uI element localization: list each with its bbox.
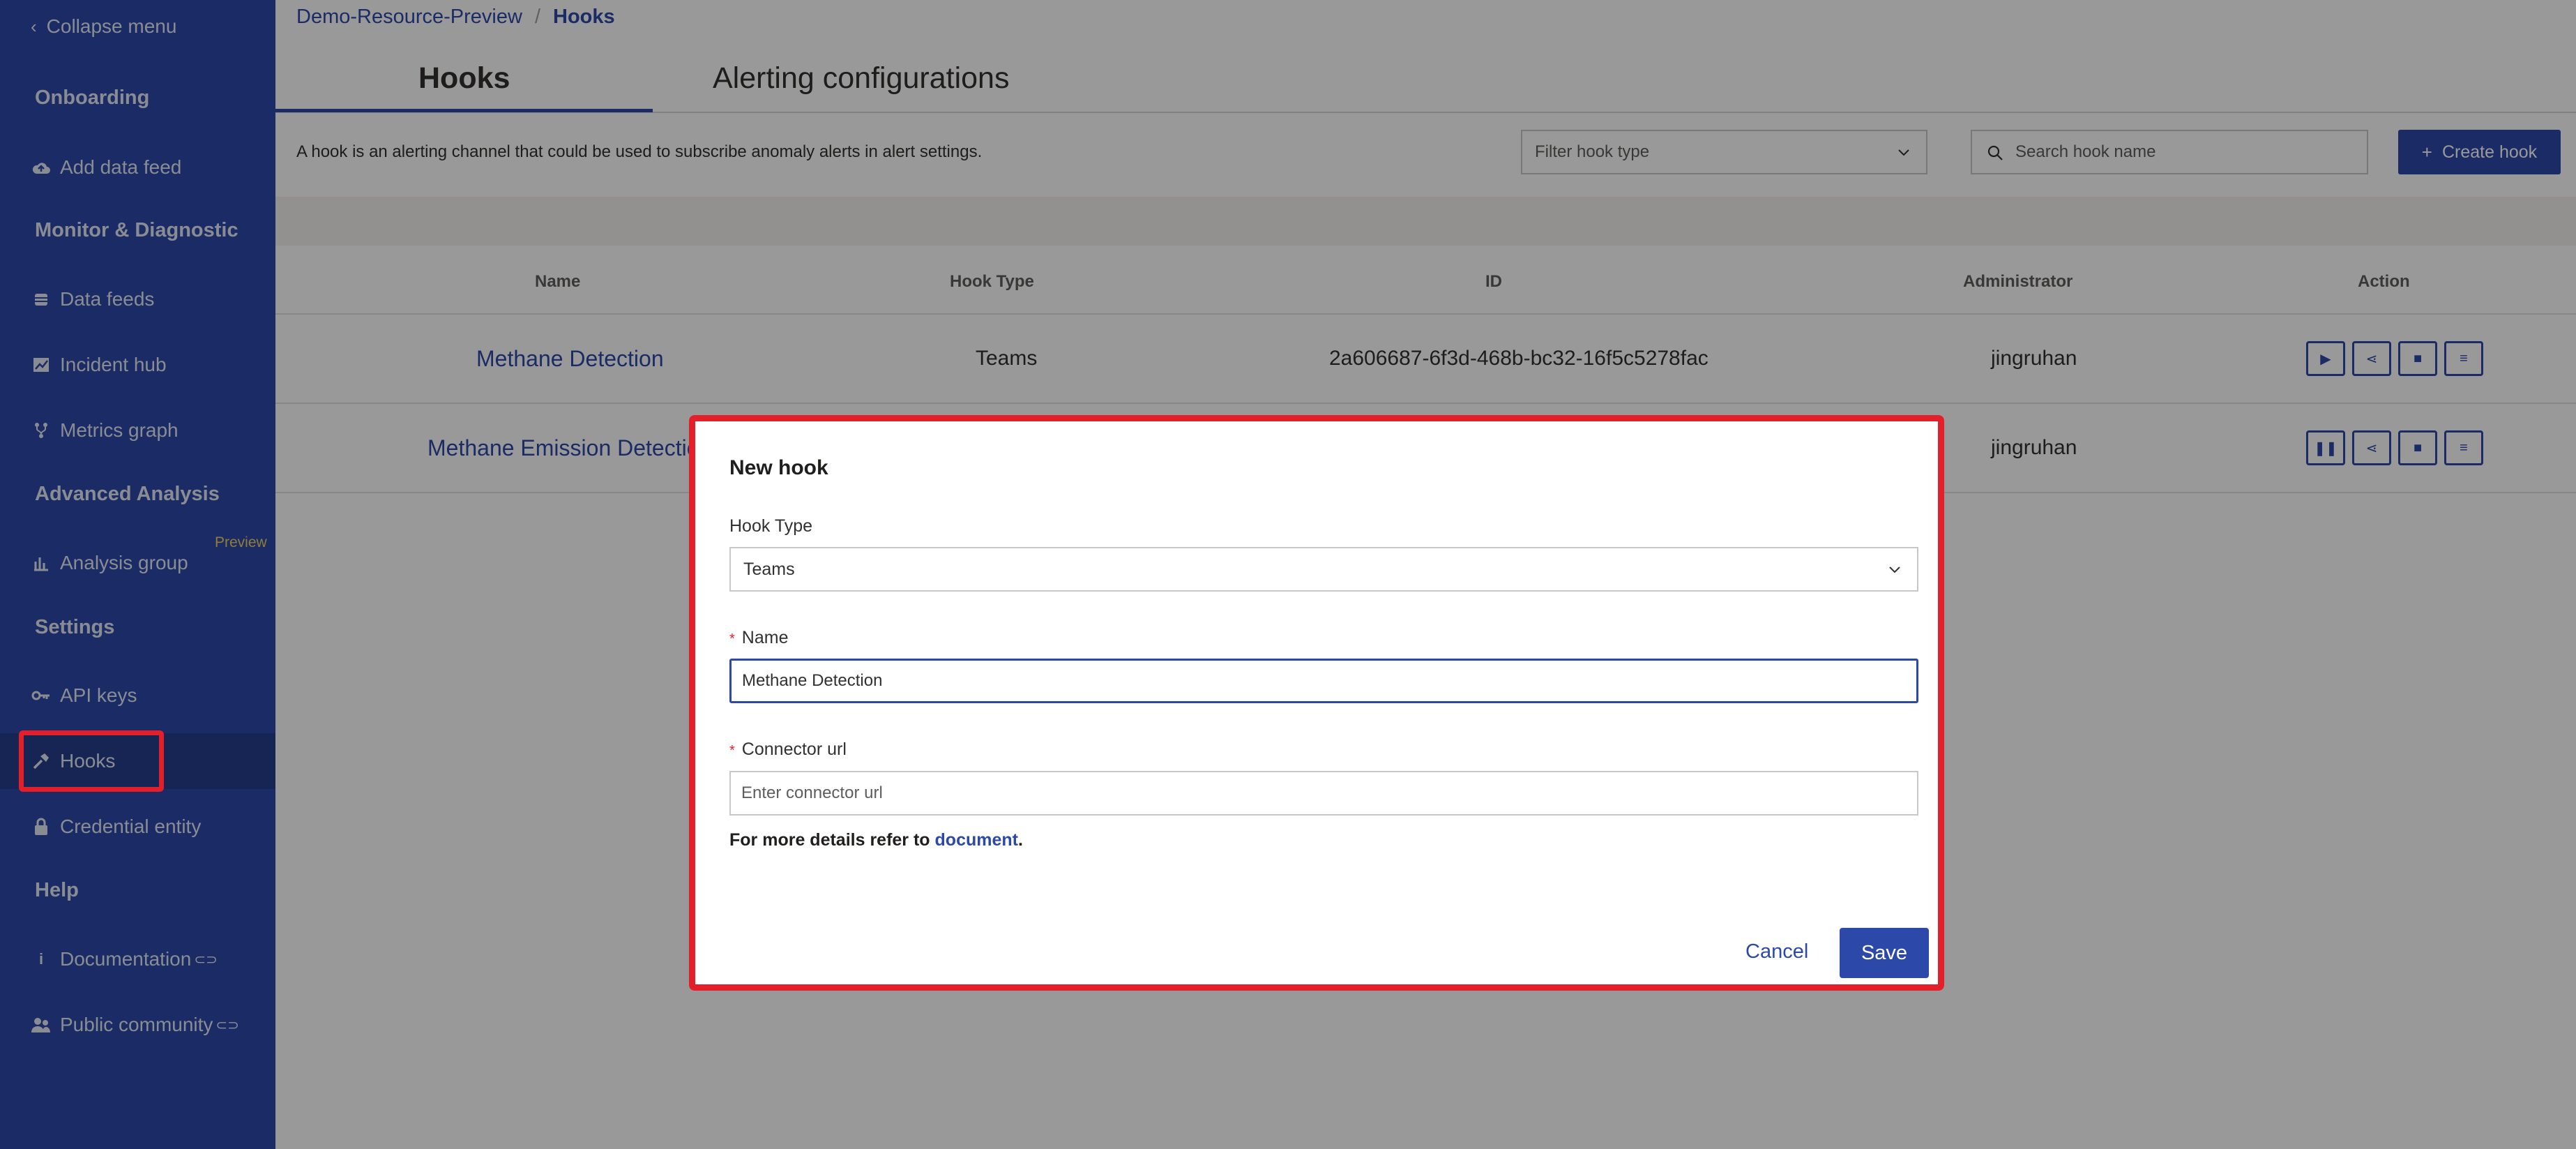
connector-url-placeholder: Enter connector url <box>741 783 883 802</box>
help-text-suffix: . <box>1017 830 1023 850</box>
hooks-highlight-box <box>19 730 164 792</box>
connector-url-input[interactable]: Enter connector url <box>729 771 1918 816</box>
hook-type-select[interactable]: Teams <box>729 547 1918 592</box>
cancel-button[interactable]: Cancel <box>1745 940 1808 963</box>
connector-url-label: * Connector url <box>729 739 847 760</box>
new-hook-dialog: New hook Hook Type Teams * Name Methane D… <box>689 415 1944 991</box>
hook-type-value: Teams <box>743 559 795 579</box>
required-marker: * <box>729 743 735 758</box>
name-label-text: Name <box>741 628 789 647</box>
connector-url-label-text: Connector url <box>741 739 847 759</box>
name-input[interactable]: Methane Detection <box>729 659 1918 703</box>
hook-type-label: Hook Type <box>729 516 813 536</box>
required-marker: * <box>729 631 735 647</box>
help-text: For more details refer to document. <box>729 830 1023 850</box>
help-text-prefix: For more details refer to <box>729 830 935 850</box>
name-label: * Name <box>729 628 788 648</box>
save-button[interactable]: Save <box>1840 928 1929 978</box>
dialog-title: New hook <box>729 456 828 479</box>
chevron-down-icon <box>1888 560 1902 579</box>
document-link[interactable]: document <box>935 830 1018 850</box>
name-input-value: Methane Detection <box>742 671 883 690</box>
